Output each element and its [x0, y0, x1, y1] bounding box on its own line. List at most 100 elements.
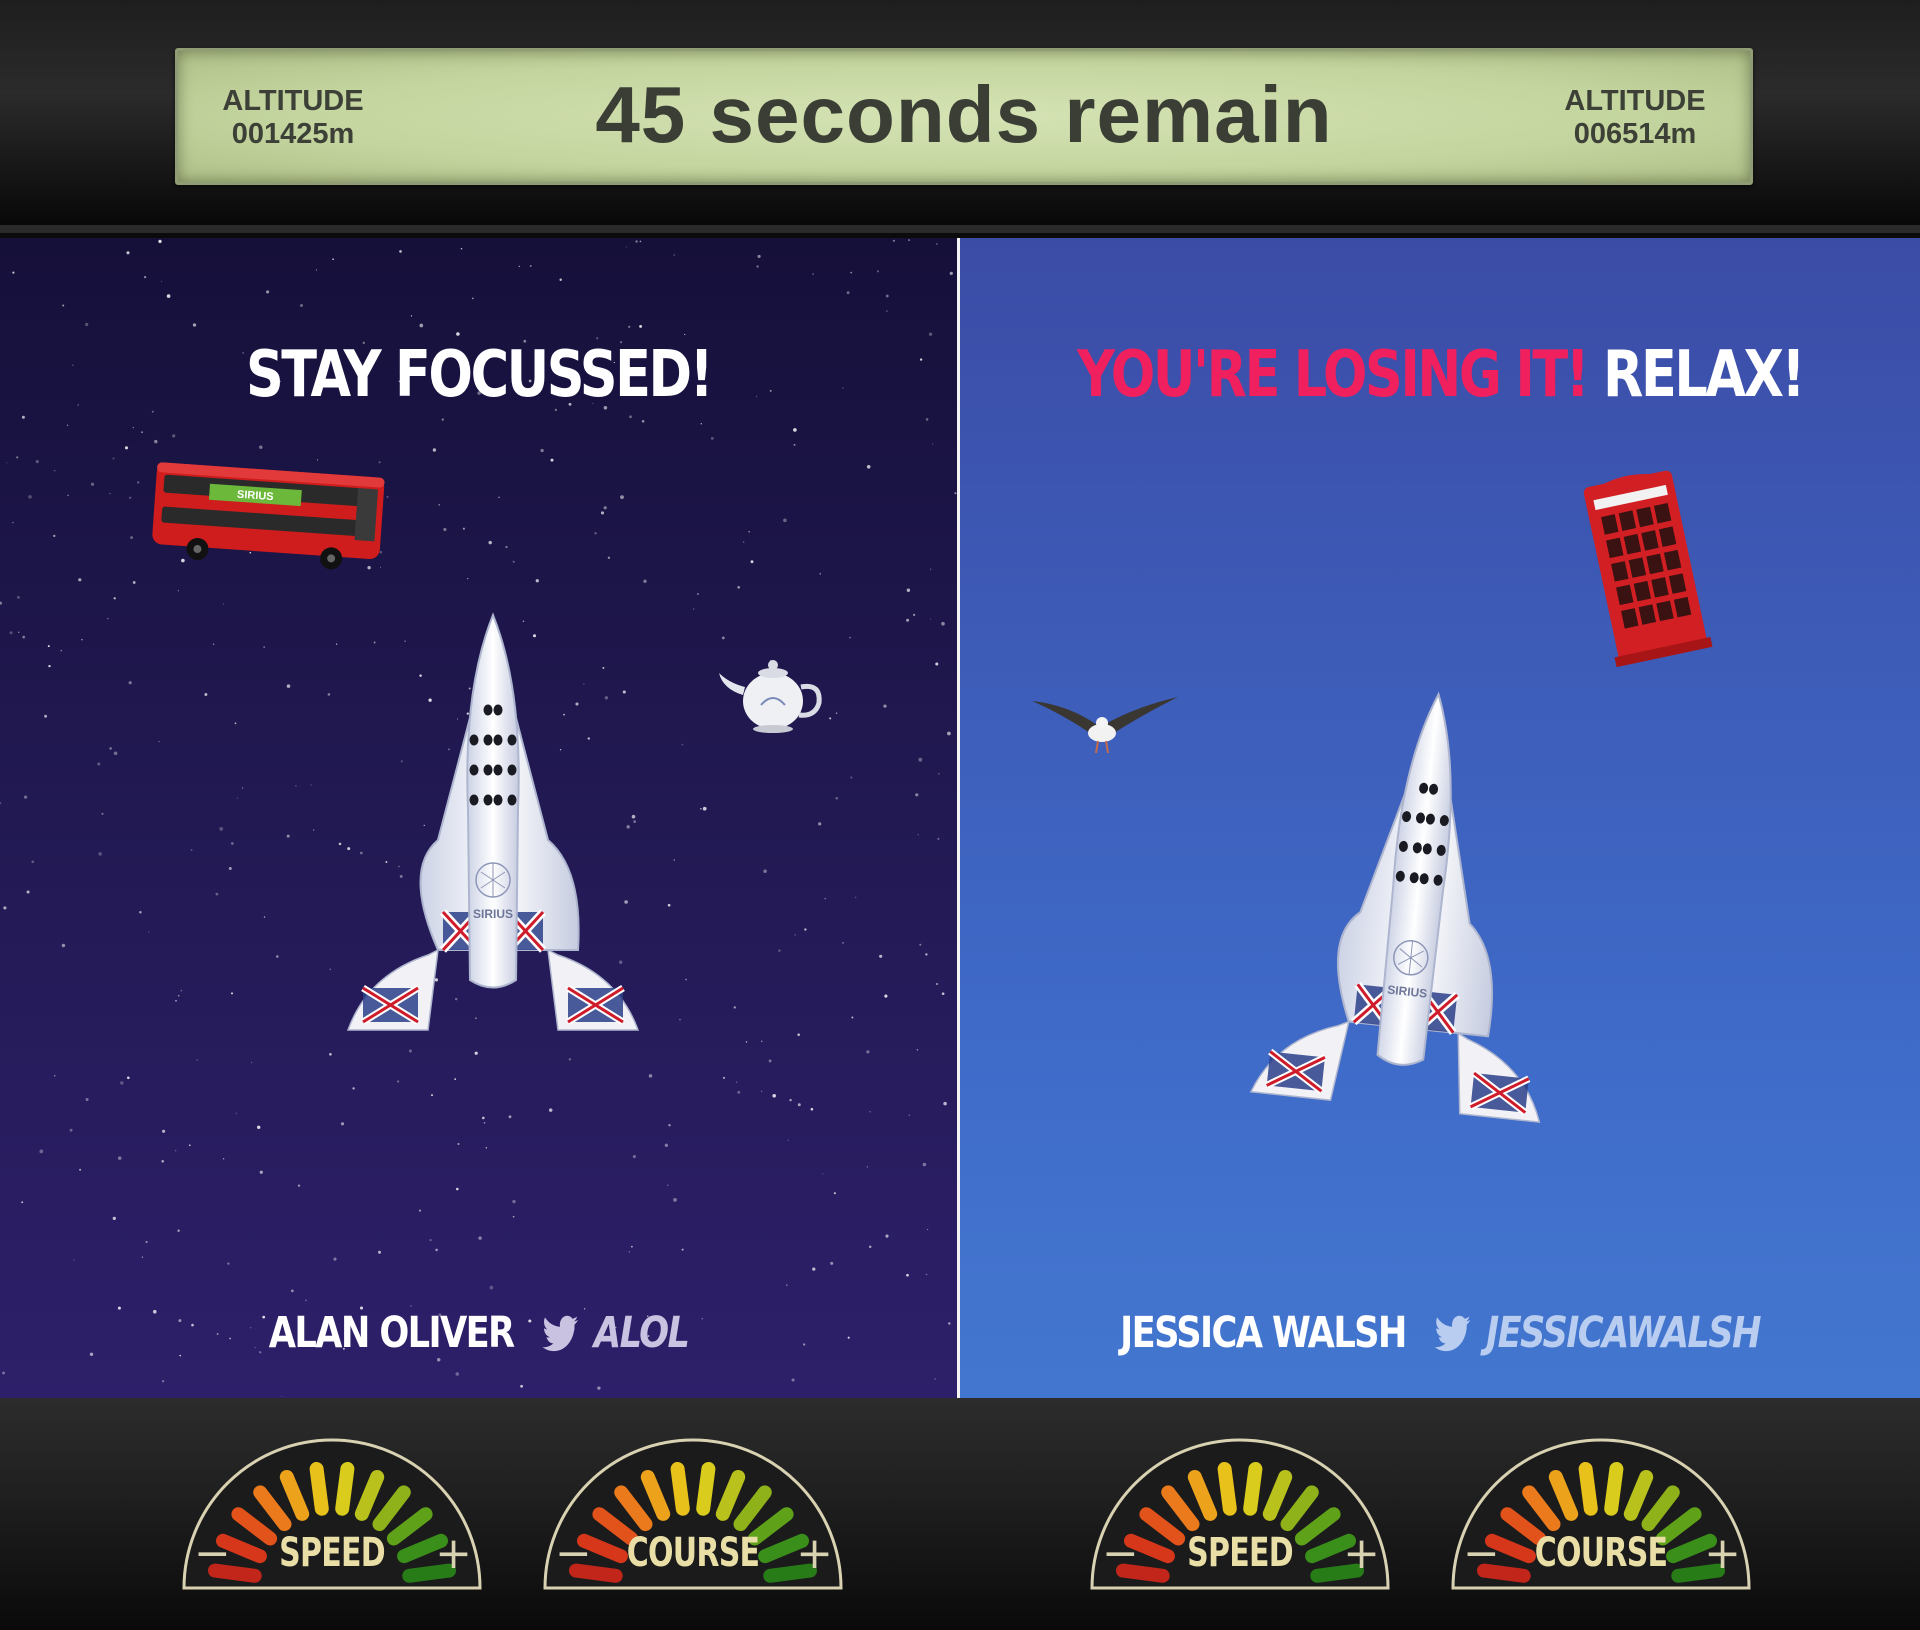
- star: [927, 1228, 929, 1230]
- star: [849, 636, 851, 639]
- ship-window: [493, 794, 503, 806]
- left-player-credit: ALAN OLIVER ALOL: [86, 1308, 871, 1358]
- star: [925, 953, 928, 956]
- left-player-spaceship[interactable]: SIRIUS: [278, 610, 708, 1070]
- star: [9, 631, 13, 635]
- star: [26, 890, 30, 894]
- star: [85, 1097, 89, 1102]
- star: [332, 258, 334, 261]
- star: [97, 762, 101, 766]
- star: [204, 693, 208, 696]
- right-altitude: ALTITUDE 006514m: [1540, 85, 1730, 151]
- star: [540, 448, 544, 453]
- star: [804, 928, 807, 931]
- speed-label: SPEED: [1187, 1530, 1293, 1576]
- star: [922, 1162, 927, 1167]
- star: [783, 518, 787, 523]
- star: [107, 617, 109, 620]
- ship-window: [469, 794, 479, 806]
- right-course-gauge[interactable]: − COURSE +: [1441, 1428, 1761, 1593]
- star: [66, 424, 69, 426]
- star: [885, 294, 889, 298]
- star: [333, 1257, 337, 1261]
- star: [489, 1285, 494, 1290]
- star: [132, 581, 136, 584]
- star: [160, 280, 163, 283]
- star: [177, 994, 180, 997]
- star: [668, 1124, 671, 1127]
- right-speed-gauge[interactable]: − SPEED +: [1080, 1428, 1400, 1593]
- course-increase-button[interactable]: +: [1704, 1532, 1741, 1576]
- star: [935, 982, 939, 986]
- star: [772, 1094, 776, 1098]
- star: [227, 1262, 230, 1265]
- star: [315, 269, 317, 271]
- ship-window: [483, 764, 493, 776]
- star: [548, 1108, 553, 1112]
- star: [916, 1049, 919, 1051]
- course-label: COURSE: [1534, 1530, 1668, 1576]
- star: [520, 1384, 523, 1388]
- twitter-bird-icon: [542, 1315, 579, 1352]
- gauge-segment: [335, 1462, 355, 1516]
- star: [512, 1215, 515, 1218]
- ship-window: [493, 764, 503, 776]
- left-course-gauge[interactable]: − COURSE +: [533, 1428, 853, 1593]
- star: [733, 1006, 736, 1009]
- star: [419, 323, 424, 328]
- star: [793, 428, 797, 432]
- star: [529, 265, 532, 267]
- star: [429, 1238, 432, 1242]
- star: [436, 1358, 441, 1362]
- star: [550, 458, 554, 462]
- star: [196, 1059, 198, 1061]
- right-player-spaceship[interactable]: SIRIUS: [1200, 688, 1630, 1188]
- star: [432, 448, 437, 452]
- star: [481, 1116, 485, 1120]
- ship-window: [507, 734, 517, 746]
- star: [929, 568, 932, 570]
- star: [918, 757, 923, 762]
- gauge-segment: [309, 1462, 329, 1516]
- star: [535, 579, 539, 583]
- course-increase-button[interactable]: +: [796, 1532, 833, 1576]
- star: [628, 325, 631, 328]
- course-label: COURSE: [626, 1530, 760, 1576]
- star: [21, 1201, 24, 1204]
- star: [21, 415, 25, 419]
- star: [22, 635, 26, 639]
- star: [266, 290, 270, 294]
- star: [743, 541, 745, 543]
- ship-window: [493, 704, 503, 716]
- star: [518, 265, 521, 268]
- star: [763, 869, 767, 873]
- star: [251, 1062, 253, 1064]
- star: [190, 849, 193, 852]
- star: [883, 704, 887, 708]
- star: [641, 420, 645, 423]
- control-dashboard: − SPEED + − COURSE + − SPEED + − COURSE …: [0, 1398, 1920, 1630]
- star: [700, 423, 702, 425]
- right-player-credit: JESSICA WALSH JESSICAWALSH: [1046, 1308, 1833, 1358]
- speed-increase-button[interactable]: +: [435, 1532, 472, 1576]
- star: [219, 827, 224, 831]
- ship-window: [507, 764, 517, 776]
- star: [16, 456, 19, 459]
- star: [441, 418, 444, 421]
- star: [101, 812, 104, 815]
- left-player-handle: ALOL: [593, 1308, 690, 1358]
- star: [625, 246, 627, 248]
- star: [745, 1041, 748, 1043]
- star: [180, 989, 183, 992]
- star: [290, 1289, 294, 1293]
- star: [35, 459, 39, 464]
- star: [399, 250, 402, 253]
- star: [928, 332, 933, 336]
- star: [454, 1078, 457, 1080]
- speed-increase-button[interactable]: +: [1343, 1532, 1380, 1576]
- right-altitude-value: 006514m: [1573, 118, 1697, 150]
- left-speed-gauge[interactable]: − SPEED +: [172, 1428, 492, 1593]
- star: [597, 1386, 601, 1390]
- star: [949, 271, 953, 276]
- star: [594, 532, 597, 535]
